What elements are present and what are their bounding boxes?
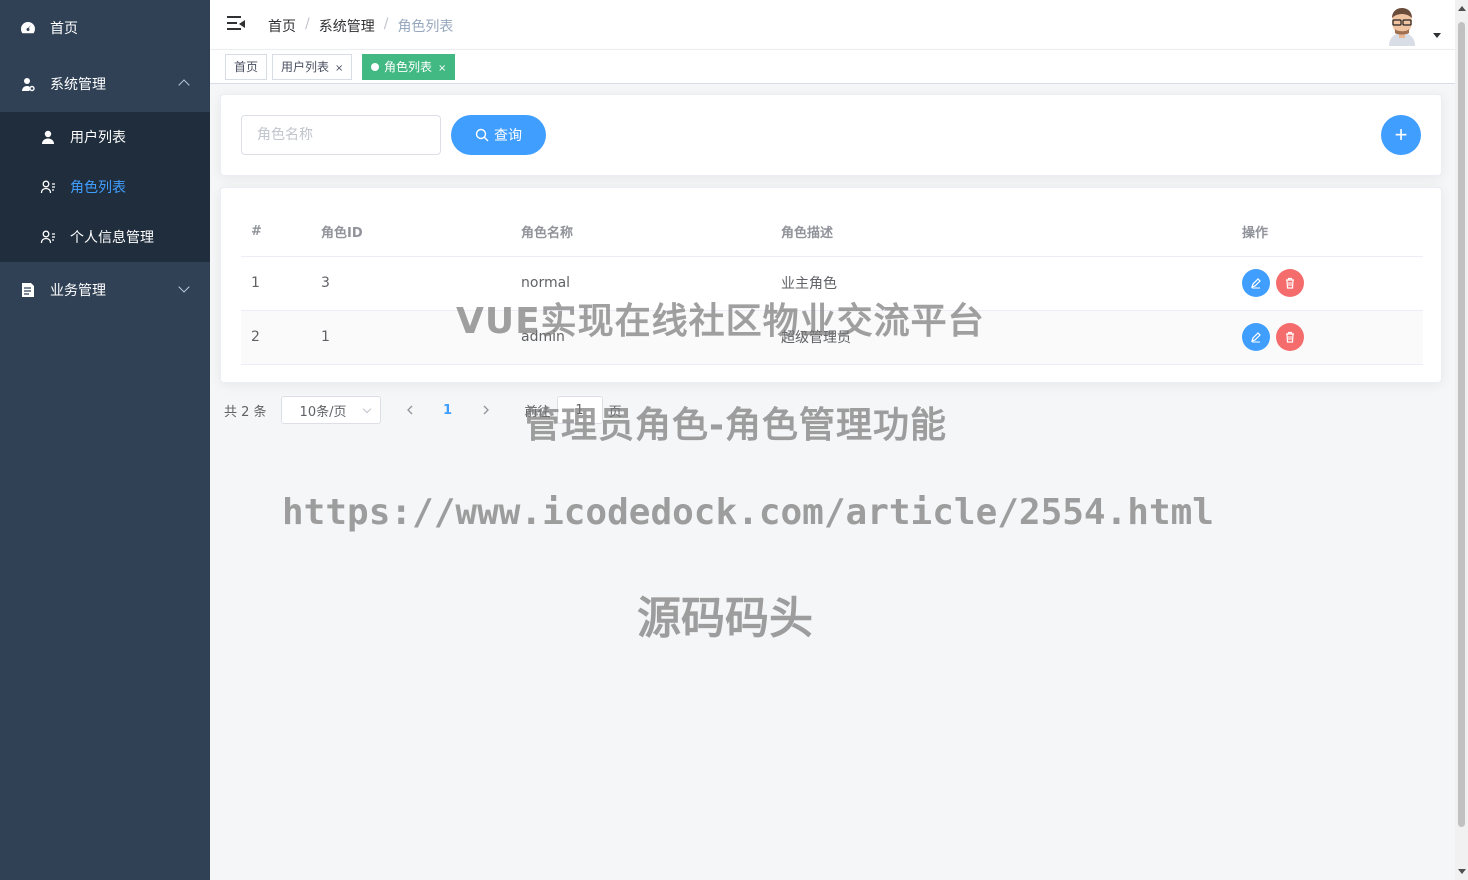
chevron-up-icon: [178, 79, 190, 91]
breadcrumb-separator: /: [305, 16, 310, 32]
cell-role-id: 1: [321, 310, 521, 365]
tag-label: 用户列表: [281, 60, 330, 74]
column-header-actions: 操作: [1242, 208, 1423, 257]
top-navbar: 首页 / 系统管理 / 角色列表: [210, 0, 1455, 50]
hamburger-icon[interactable]: [227, 16, 245, 32]
close-icon[interactable]: ×: [438, 63, 446, 74]
page-size-value: 10条/页: [299, 404, 347, 420]
edit-icon: [1251, 278, 1261, 289]
sidebar-item-label: 个人信息管理: [70, 230, 154, 246]
cell-actions: [1242, 256, 1423, 311]
tag-label: 首页: [234, 60, 259, 74]
plus-icon: +: [1394, 122, 1408, 147]
page-size-select[interactable]: 10条/页: [280, 396, 381, 424]
table-header-row: # 角色ID 角色名称 角色描述 操作: [241, 208, 1423, 257]
menu-label-home: 首页: [50, 21, 78, 37]
table-row: 1 3 normal 业主角色: [241, 256, 1423, 311]
tag-user-list[interactable]: 用户列表 ×: [272, 54, 353, 80]
user-list-icon: [40, 229, 56, 245]
sidebar-item-profile-mgmt[interactable]: 个人信息管理: [0, 212, 210, 262]
pagination: 共 2 条 10条/页 1 前往 页: [224, 396, 622, 424]
role-table-card: # 角色ID 角色名称 角色描述 操作 1 3 normal 业主角色 2 1 …: [220, 187, 1442, 383]
user-icon: [40, 129, 56, 145]
sidebar-item-role-list[interactable]: 角色列表: [0, 162, 210, 212]
scrollbar-thumb[interactable]: [1458, 22, 1465, 827]
breadcrumb: 首页 / 系统管理 / 角色列表: [268, 16, 453, 36]
trash-icon: [1286, 331, 1294, 343]
avatar[interactable]: [1384, 6, 1420, 46]
column-header-role-name: 角色名称: [521, 208, 781, 257]
chevron-right-icon: [483, 405, 489, 415]
cell-index: 1: [241, 256, 321, 311]
column-header-role-desc: 角色描述: [781, 208, 1242, 257]
sidebar-item-label: 角色列表: [70, 180, 126, 196]
cell-role-desc: 业主角色: [781, 256, 1242, 311]
sidebar: 首页 系统管理 用户列表 角色列表 个人信息管理 业务管理: [0, 0, 210, 880]
cell-actions: [1242, 310, 1423, 365]
goto-page-input[interactable]: [556, 396, 603, 424]
close-icon[interactable]: ×: [335, 63, 343, 74]
query-button-label: 查询: [494, 128, 522, 144]
goto-page: 前往 页: [525, 396, 622, 424]
menu-label-system-mgmt: 系统管理: [50, 77, 106, 93]
chevron-down-icon: [178, 281, 190, 293]
submenu-system: 用户列表 角色列表 个人信息管理: [0, 112, 210, 262]
edit-icon: [1251, 332, 1261, 343]
dashboard-icon: [20, 20, 36, 36]
add-role-button[interactable]: +: [1381, 115, 1421, 155]
next-page-button[interactable]: [471, 396, 501, 424]
delete-button[interactable]: [1276, 323, 1304, 351]
cell-role-desc: 超级管理员: [781, 310, 1242, 365]
menu-item-home[interactable]: 首页: [0, 0, 210, 56]
sidebar-item-label: 用户列表: [70, 130, 126, 146]
table-row: 2 1 admin 超级管理员: [241, 310, 1423, 365]
cell-index: 2: [241, 310, 321, 365]
scroll-down-arrow-icon[interactable]: [1458, 869, 1466, 874]
search-card: 查询 +: [220, 94, 1442, 176]
role-name-search-input[interactable]: [241, 115, 441, 155]
tag-role-list[interactable]: 角色列表 ×: [362, 54, 456, 80]
delete-button[interactable]: [1276, 269, 1304, 297]
column-header-role-id: 角色ID: [321, 208, 521, 257]
tag-home[interactable]: 首页: [225, 54, 268, 80]
chevron-down-icon: [362, 404, 371, 414]
query-button[interactable]: 查询: [451, 115, 546, 155]
document-icon: [20, 282, 36, 298]
breadcrumb-current: 角色列表: [397, 19, 454, 35]
sidebar-item-user-list[interactable]: 用户列表: [0, 112, 210, 162]
column-header-index: #: [241, 208, 321, 257]
chevron-left-icon: [406, 405, 413, 415]
edit-button[interactable]: [1242, 269, 1270, 297]
goto-prefix: 前往: [524, 404, 551, 420]
vertical-scrollbar[interactable]: [1455, 0, 1468, 880]
menu-item-system-mgmt[interactable]: 系统管理: [0, 56, 210, 112]
goto-suffix: 页: [608, 404, 622, 420]
user-list-icon: [40, 179, 56, 195]
caret-down-icon[interactable]: [1433, 33, 1441, 38]
page-number-current[interactable]: 1: [433, 396, 463, 424]
menu-item-business-mgmt[interactable]: 业务管理: [0, 262, 210, 318]
cell-role-name: normal: [521, 256, 781, 311]
trash-icon: [1286, 277, 1294, 289]
breadcrumb-home[interactable]: 首页: [268, 16, 296, 36]
menu-label-business-mgmt: 业务管理: [50, 283, 106, 299]
cell-role-name: admin: [521, 310, 781, 365]
user-admin-icon: [20, 76, 36, 92]
prev-page-button[interactable]: [395, 396, 425, 424]
pagination-total: 共 2 条: [224, 404, 267, 420]
main-content: 查询 + # 角色ID 角色名称 角色描述 操作 1 3 normal: [210, 84, 1455, 880]
active-dot-icon: [371, 63, 379, 71]
edit-button[interactable]: [1242, 323, 1270, 351]
scroll-up-arrow-icon[interactable]: [1458, 6, 1466, 11]
role-table: # 角色ID 角色名称 角色描述 操作 1 3 normal 业主角色 2 1 …: [241, 208, 1423, 365]
breadcrumb-system-mgmt[interactable]: 系统管理: [319, 16, 375, 36]
breadcrumb-separator: /: [383, 16, 389, 32]
tags-view: 首页 用户列表 × 角色列表 ×: [210, 50, 1455, 84]
cell-role-id: 3: [321, 256, 521, 311]
tag-label: 角色列表: [384, 60, 433, 74]
search-icon: [475, 128, 489, 142]
